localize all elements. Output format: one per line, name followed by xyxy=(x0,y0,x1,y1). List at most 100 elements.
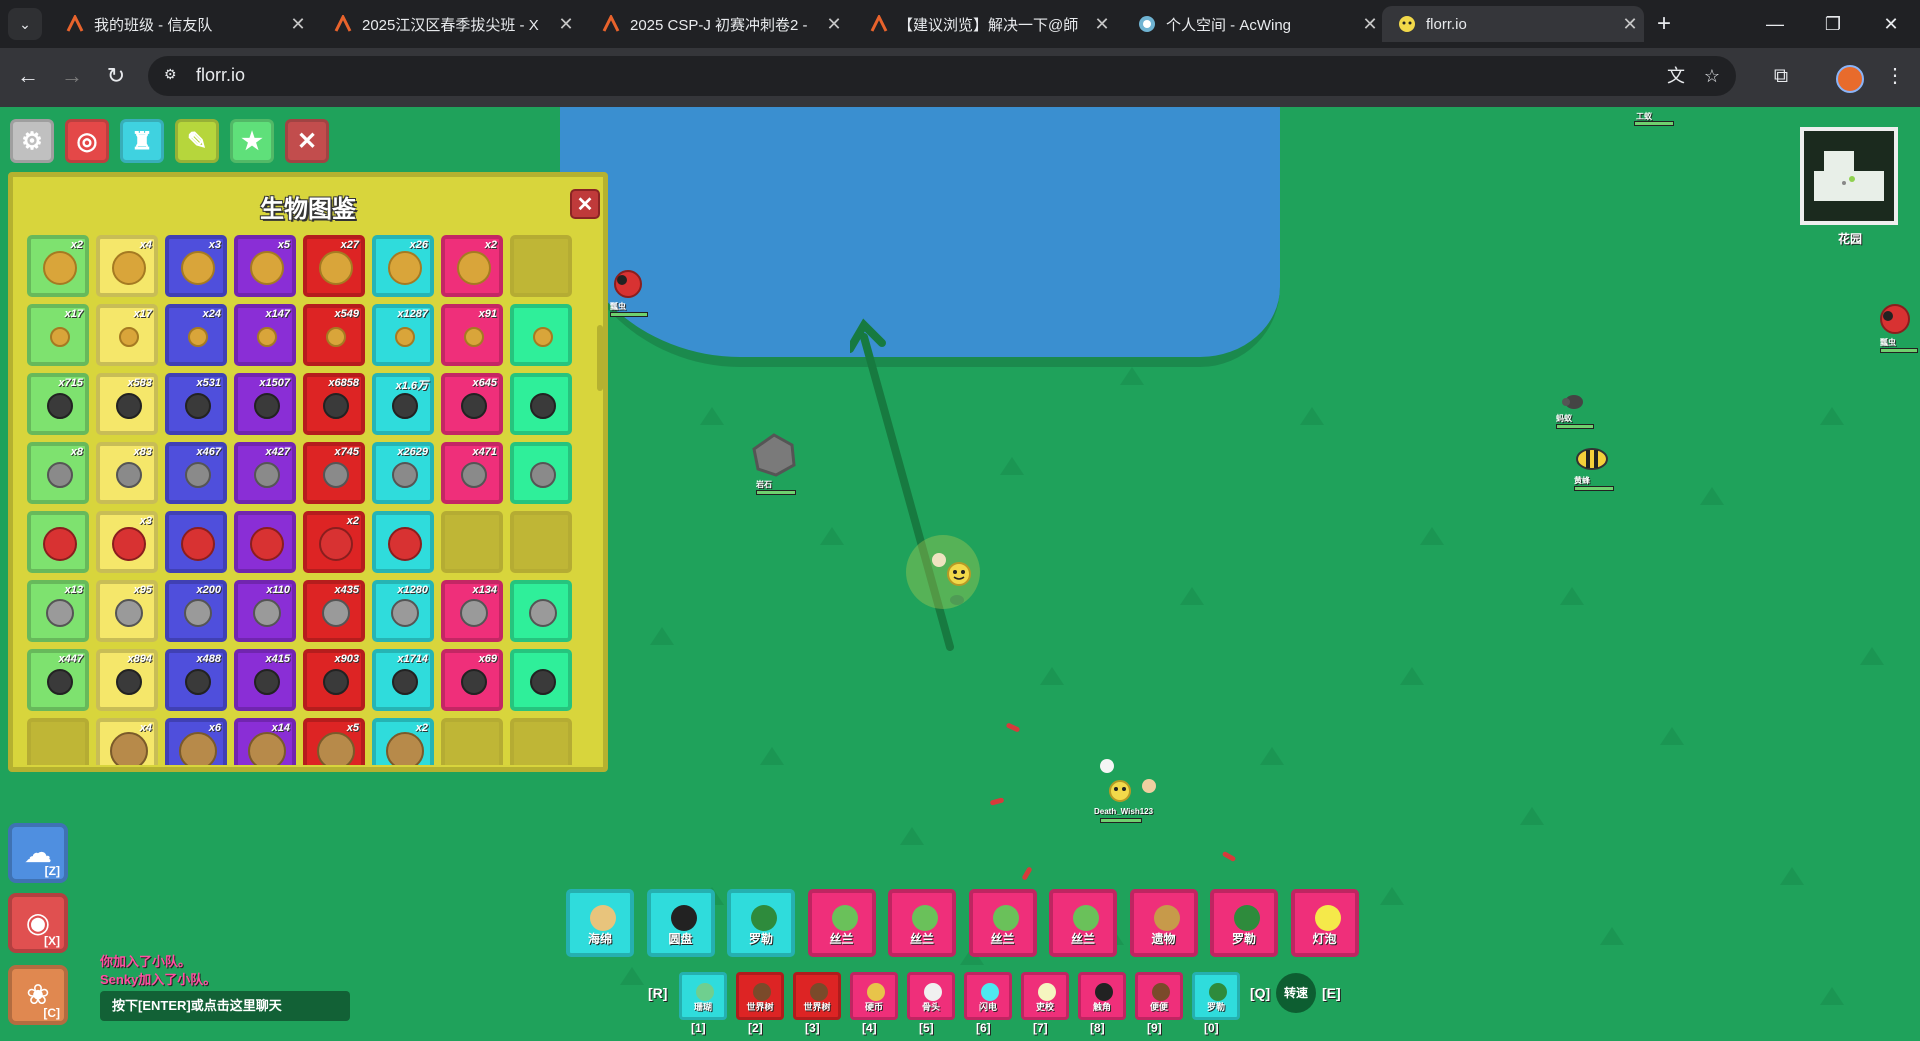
close-all-button[interactable]: ✕ xyxy=(285,119,329,163)
mob-card-black-ant[interactable]: x715 xyxy=(27,373,89,435)
mob-card-black-beetle[interactable]: x1714 xyxy=(372,649,434,711)
ability-x-button[interactable]: ◉ [X] xyxy=(8,893,68,953)
mob-card-gold-ball[interactable]: x4 xyxy=(96,235,158,297)
mob-card-gold-ball[interactable]: x2 xyxy=(441,235,503,297)
panel-close-button[interactable]: ✕ xyxy=(570,189,600,219)
mob-card-black-ant[interactable] xyxy=(510,373,572,435)
mob-card-black-ant[interactable]: x1507 xyxy=(234,373,296,435)
mob-card-shell[interactable]: x4 xyxy=(96,718,158,765)
mob-card-gray-rock[interactable]: x8 xyxy=(27,442,89,504)
browser-tab[interactable]: 【建议浏览】解决一下@師 ✕ xyxy=(854,6,1116,42)
mob-card-gray-rock[interactable]: x83 xyxy=(96,442,158,504)
mob-card-small-gold[interactable]: x91 xyxy=(441,304,503,366)
game-canvas[interactable]: 瓢虫 岩石 蚂蚁 黄蜂 瓢虫 工蚁 Death_Wish123 ⚙ ◎ ♜ ✎ ★ ✕ 生 xyxy=(0,107,1920,1041)
petal-slot[interactable]: 海绵 xyxy=(566,889,634,957)
mob-card-gold-ball[interactable]: x26 xyxy=(372,235,434,297)
tab-close-icon[interactable]: ✕ xyxy=(1616,14,1644,35)
mobs-button[interactable]: ★ xyxy=(230,119,274,163)
mob-card-black-ant[interactable]: x6858 xyxy=(303,373,365,435)
site-info-icon[interactable]: ⚙ xyxy=(164,66,184,86)
mob-card-small-gold[interactable]: x24 xyxy=(165,304,227,366)
mob-card-shell[interactable]: x6 xyxy=(165,718,227,765)
browser-tab[interactable]: 2025江汉区春季拔尖班 - X ✕ xyxy=(318,6,580,42)
mob-card-ladybug-card[interactable] xyxy=(234,511,296,573)
mob-card-small-gold[interactable]: x17 xyxy=(96,304,158,366)
tab-close-icon[interactable]: ✕ xyxy=(1088,14,1116,35)
secondary-petal-slot[interactable]: 罗勒 xyxy=(1192,972,1240,1020)
petal-slot[interactable]: 丝兰 xyxy=(1049,889,1117,957)
secondary-petal-slot[interactable]: 世界树 xyxy=(736,972,784,1020)
tab-search-button[interactable]: ⌄ xyxy=(8,8,42,40)
close-window-button[interactable]: ✕ xyxy=(1868,8,1914,40)
petal-slot[interactable]: 罗勒 xyxy=(1210,889,1278,957)
mob-card-small-gold[interactable] xyxy=(510,304,572,366)
mob-card-small-gold[interactable]: x147 xyxy=(234,304,296,366)
mob-card-gray-rock[interactable] xyxy=(510,442,572,504)
mob-card-gray-bee[interactable]: x110 xyxy=(234,580,296,642)
mob-card-black-beetle[interactable] xyxy=(510,649,572,711)
mob-card-black-beetle[interactable]: x903 xyxy=(303,649,365,711)
mob-card-gray-rock[interactable]: x471 xyxy=(441,442,503,504)
restore-button[interactable]: ❐ xyxy=(1810,8,1856,40)
mob-card-black-beetle[interactable]: x894 xyxy=(96,649,158,711)
tab-close-icon[interactable]: ✕ xyxy=(820,14,848,35)
petal-slot[interactable]: 圆盘 xyxy=(646,889,715,957)
back-button[interactable]: ← xyxy=(12,60,44,92)
mob-card-black-ant[interactable]: x531 xyxy=(165,373,227,435)
mob-card-black-ant[interactable]: x583 xyxy=(96,373,158,435)
petal-slot[interactable]: 丝兰 xyxy=(888,889,956,957)
extensions-icon[interactable]: ⧉ xyxy=(1766,61,1796,91)
mob-card-black-beetle[interactable]: x69 xyxy=(441,649,503,711)
menu-icon[interactable]: ⋮ xyxy=(1880,61,1910,91)
mob-card-gold-ball[interactable]: x5 xyxy=(234,235,296,297)
mob-card-gray-rock[interactable]: x427 xyxy=(234,442,296,504)
mob-card-ladybug-card[interactable] xyxy=(165,511,227,573)
profile-avatar[interactable] xyxy=(1836,65,1864,93)
rock-mob[interactable] xyxy=(752,433,796,482)
mob-card-gray-bee[interactable]: x134 xyxy=(441,580,503,642)
minimize-button[interactable]: — xyxy=(1752,8,1798,40)
bookmark-star-icon[interactable]: ☆ xyxy=(1700,64,1724,88)
mob-card-ladybug-card[interactable]: x3 xyxy=(96,511,158,573)
mob-card-gray-rock[interactable]: x745 xyxy=(303,442,365,504)
chat-input[interactable]: 按下[ENTER]或点击这里聊天 xyxy=(100,991,350,1021)
petal-slot[interactable]: 罗勒 xyxy=(727,889,795,957)
bee-mob[interactable] xyxy=(1574,446,1610,477)
mob-card-gold-ball[interactable]: x27 xyxy=(303,235,365,297)
new-tab-button[interactable]: + xyxy=(1650,10,1678,38)
address-bar[interactable]: ⚙ florr.io 文 ☆ xyxy=(148,56,1736,96)
secondary-petal-slot[interactable]: 吏校 xyxy=(1021,972,1069,1020)
ability-c-button[interactable]: ❀ [C] xyxy=(8,965,68,1025)
mob-card-gray-bee[interactable]: x200 xyxy=(165,580,227,642)
ladybug-mob[interactable] xyxy=(614,270,642,303)
browser-tab[interactable]: 2025 CSP-J 初赛冲刺卷2 - ✕ xyxy=(586,6,848,42)
petal-slot[interactable]: 丝兰 xyxy=(807,889,876,957)
secondary-petal-slot[interactable]: 触角 xyxy=(1078,972,1126,1020)
mob-card-gray-rock[interactable]: x467 xyxy=(165,442,227,504)
ladybug-mob[interactable] xyxy=(1880,304,1910,339)
browser-tab[interactable]: 我的班级 - 信友队 ✕ xyxy=(50,6,312,42)
mob-card-black-beetle[interactable]: x447 xyxy=(27,649,89,711)
secondary-petal-slot[interactable]: 便便 xyxy=(1135,972,1183,1020)
secondary-petal-slot[interactable]: 骨头 xyxy=(907,972,955,1020)
mob-card-small-gold[interactable]: x549 xyxy=(303,304,365,366)
petal-slot[interactable]: 遗物 xyxy=(1129,889,1198,957)
secondary-petal-slot[interactable]: 珊瑚 xyxy=(679,972,727,1020)
mob-card-shell[interactable]: x5 xyxy=(303,718,365,765)
petal-slot[interactable]: 丝兰 xyxy=(968,889,1037,957)
mob-card-gray-bee[interactable] xyxy=(510,580,572,642)
mob-card-ladybug-card[interactable] xyxy=(372,511,434,573)
tab-close-icon[interactable]: ✕ xyxy=(1356,14,1384,35)
translate-icon[interactable]: 文 xyxy=(1664,64,1688,88)
mob-card-gray-rock[interactable]: x2629 xyxy=(372,442,434,504)
player-flower[interactable] xyxy=(946,561,972,592)
other-player-flower[interactable] xyxy=(1108,779,1132,808)
mob-card-black-beetle[interactable]: x488 xyxy=(165,649,227,711)
mob-card-ladybug-card[interactable]: x2 xyxy=(303,511,365,573)
mob-card-gray-bee[interactable]: x95 xyxy=(96,580,158,642)
tab-close-icon[interactable]: ✕ xyxy=(552,14,580,35)
mob-card-shell[interactable]: x2 xyxy=(372,718,434,765)
petal-slot[interactable]: 灯泡 xyxy=(1290,889,1359,957)
reload-button[interactable]: ↻ xyxy=(100,60,132,92)
mob-card-shell[interactable]: x14 xyxy=(234,718,296,765)
